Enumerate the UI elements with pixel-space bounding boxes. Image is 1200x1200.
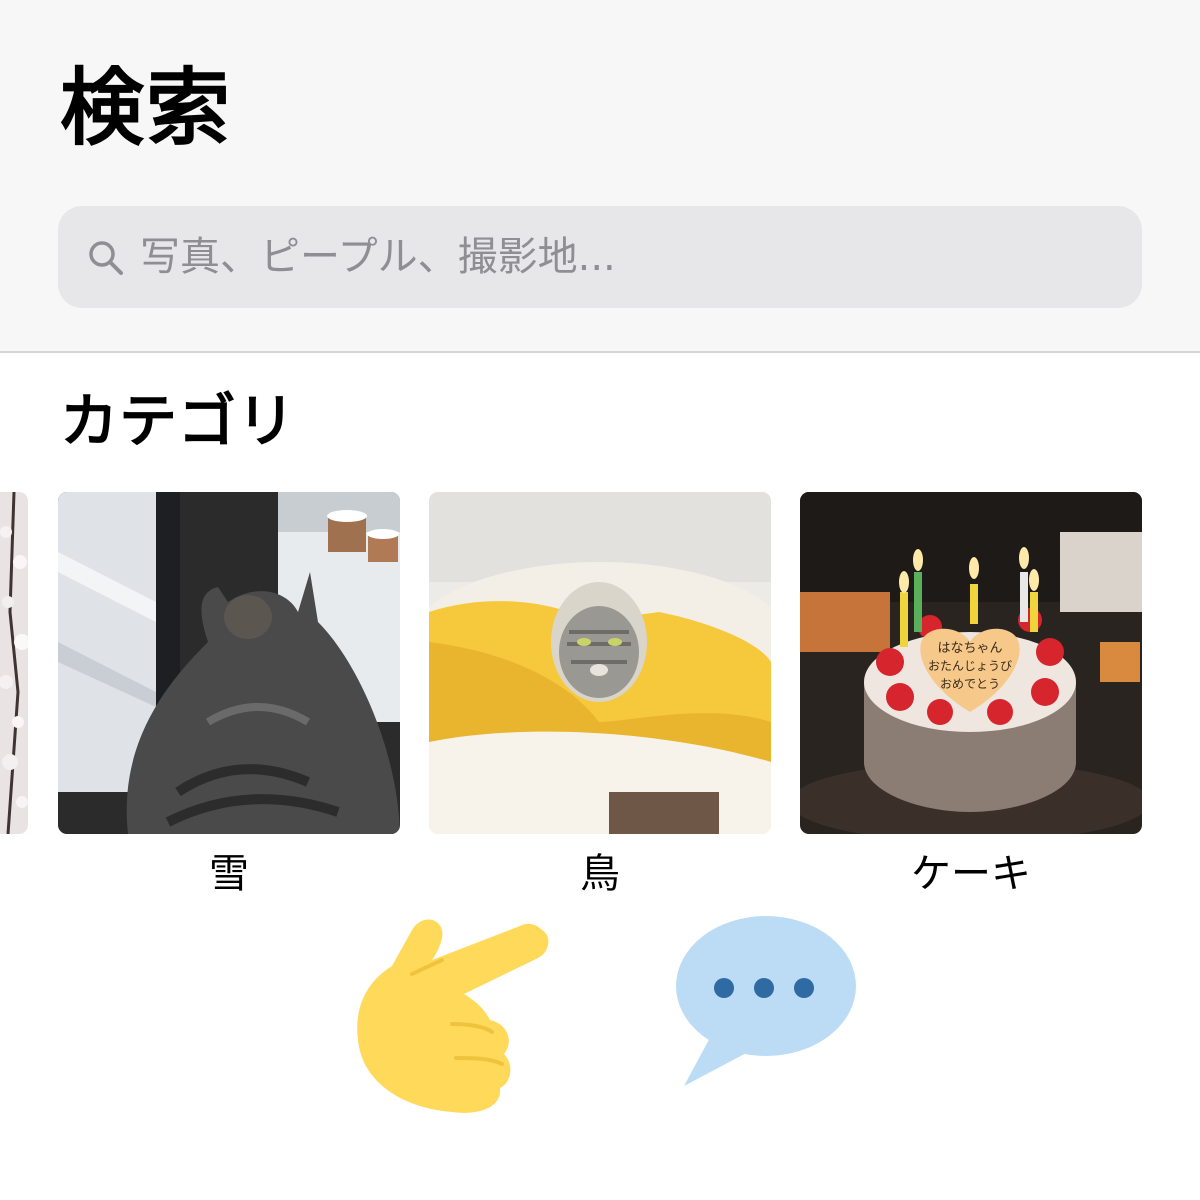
- search-input[interactable]: [140, 226, 1120, 288]
- category-tile-partial[interactable]: [0, 492, 28, 834]
- page-title: 検索: [60, 59, 233, 157]
- section-title-categories: カテゴリ: [60, 387, 297, 455]
- category-tile-bird[interactable]: [429, 492, 771, 834]
- search-icon: [89, 241, 123, 275]
- birthday-cake-photo: はなちゃん おたんじょうび おめでとう: [800, 492, 1142, 834]
- speech-bubble-emoji: [676, 916, 856, 1086]
- category-label-snow: 雪: [209, 851, 249, 897]
- cake-message-line-1: はなちゃん: [937, 641, 1002, 656]
- cake-message-line-2: おたんじょうび: [928, 659, 1012, 673]
- pointing-hand-emoji: [357, 919, 549, 1113]
- cake-message-line-3: おめでとう: [940, 677, 1000, 691]
- blossom-photo: [0, 492, 28, 834]
- category-label-cake: ケーキ: [911, 851, 1031, 897]
- cat-in-yellow-bed-photo: [429, 492, 771, 834]
- category-label-bird: 鳥: [580, 851, 620, 897]
- category-tile-cake[interactable]: はなちゃん おたんじょうび おめでとう: [800, 492, 1142, 834]
- category-tile-snow[interactable]: [58, 492, 400, 834]
- snow-cat-photo: [58, 492, 400, 834]
